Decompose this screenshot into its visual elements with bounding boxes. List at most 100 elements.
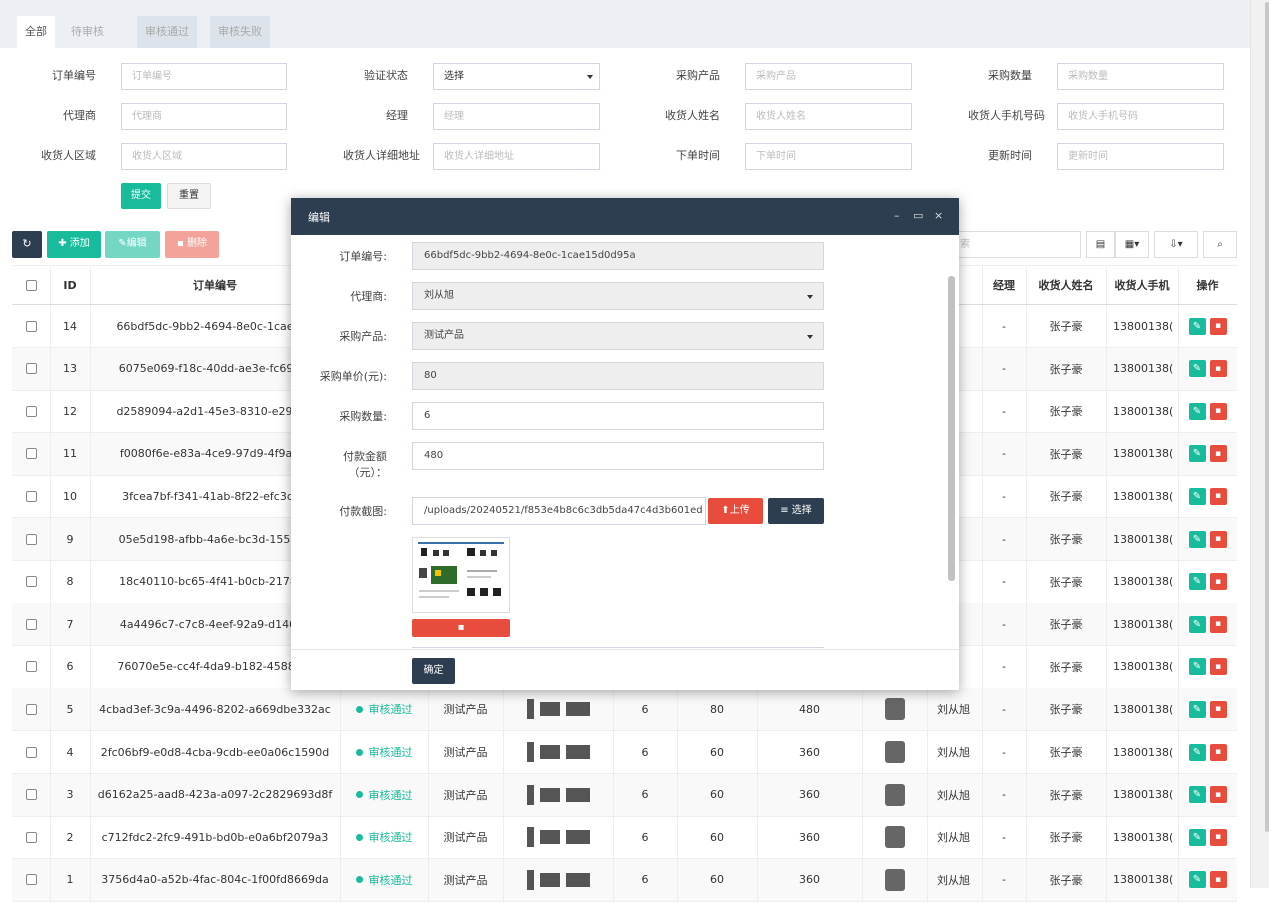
filter-receiver-name-input[interactable]: 收货人姓名	[745, 103, 912, 130]
row-select-cell[interactable]	[12, 348, 50, 390]
row-screenshot[interactable]	[862, 731, 927, 773]
row-delete-button[interactable]: ▪	[1209, 658, 1227, 676]
filter-receiver-area-input[interactable]: 收货人区域	[121, 143, 287, 170]
screenshot-thumbnail[interactable]	[412, 537, 510, 613]
tab-approved[interactable]: 审核通过	[137, 16, 197, 48]
filter-update-time-input[interactable]: 更新时间	[1057, 143, 1224, 170]
row-checkbox[interactable]	[25, 703, 37, 715]
product-select[interactable]: 测试产品	[412, 322, 824, 350]
row-delete-button[interactable]: ▪	[1209, 871, 1227, 889]
row-select-cell[interactable]	[12, 475, 50, 517]
add-button[interactable]: ✚ 添加	[47, 231, 101, 258]
row-checkbox[interactable]	[25, 746, 37, 758]
delete-button[interactable]: ▪ 删除	[165, 231, 219, 258]
table-row[interactable]: 3 d6162a25-aad8-423a-a097-2c2829693d8f 审核通…	[12, 773, 1237, 817]
page-scrollbar-thumb[interactable]	[1265, 2, 1269, 832]
table-row[interactable]: 1 3756d4a0-a52b-4fac-804c-1f00fd8669da 审核通…	[12, 858, 1237, 902]
row-edit-button[interactable]: ✎	[1188, 828, 1206, 846]
row-checkbox[interactable]	[25, 405, 37, 417]
row-edit-button[interactable]: ✎	[1188, 786, 1206, 804]
columns-dropdown-button[interactable]: ▦▾	[1115, 231, 1149, 258]
col-manager[interactable]: 经理	[982, 266, 1026, 304]
edit-button[interactable]: ✎编辑	[105, 231, 160, 258]
row-select-cell[interactable]	[12, 688, 50, 730]
row-delete-button[interactable]: ▪	[1209, 615, 1227, 633]
row-checkbox[interactable]	[25, 618, 37, 630]
row-checkbox[interactable]	[25, 661, 37, 673]
row-checkbox[interactable]	[25, 363, 37, 375]
row-edit-button[interactable]: ✎	[1188, 445, 1206, 463]
row-checkbox[interactable]	[25, 831, 37, 843]
col-id[interactable]: ID	[50, 266, 90, 304]
row-edit-button[interactable]: ✎	[1188, 573, 1206, 591]
amount-field[interactable]: 480	[412, 442, 824, 470]
select-all-checkbox[interactable]	[25, 279, 37, 291]
row-edit-button[interactable]: ✎	[1188, 530, 1206, 548]
select-all-cell[interactable]	[12, 266, 50, 304]
row-edit-button[interactable]: ✎	[1188, 700, 1206, 718]
row-delete-button[interactable]: ▪	[1209, 487, 1227, 505]
filter-receiver-address-input[interactable]: 收货人详细地址	[433, 143, 600, 170]
table-row[interactable]: 2 c712fdc2-2fc9-491b-bd0b-e0a6bf2079a3 审核通…	[12, 816, 1237, 860]
confirm-button[interactable]: 确定	[412, 658, 455, 684]
row-edit-button[interactable]: ✎	[1188, 317, 1206, 335]
advanced-search-button[interactable]: ⌕	[1203, 231, 1237, 258]
row-edit-button[interactable]: ✎	[1188, 871, 1206, 889]
table-row[interactable]: 5 4cbad3ef-3c9a-4496-8202-a669dbe332ac 审核通…	[12, 688, 1237, 732]
screenshot-path-field[interactable]: /uploads/20240521/f853e4b8c6c3db5da47c4d…	[412, 497, 706, 525]
row-delete-button[interactable]: ▪	[1209, 317, 1227, 335]
agent-select[interactable]: 刘从旭	[412, 282, 824, 310]
row-delete-button[interactable]: ▪	[1209, 700, 1227, 718]
modal-scrollbar[interactable]	[948, 276, 955, 581]
submit-button[interactable]: 提交	[121, 183, 161, 209]
col-receiver-phone[interactable]: 收货人手机	[1106, 266, 1178, 304]
filter-receiver-phone-input[interactable]: 收货人手机号码	[1057, 103, 1224, 130]
row-delete-button[interactable]: ▪	[1209, 573, 1227, 591]
minimize-icon[interactable]: –	[894, 209, 900, 222]
row-delete-button[interactable]: ▪	[1209, 445, 1227, 463]
filter-order-no-input[interactable]: 订单编号	[121, 63, 287, 90]
upload-button[interactable]: ⬆上传	[708, 498, 763, 524]
row-edit-button[interactable]: ✎	[1188, 487, 1206, 505]
export-dropdown-button[interactable]: ⇩▾	[1154, 231, 1198, 258]
row-checkbox[interactable]	[25, 533, 37, 545]
row-select-cell[interactable]	[12, 305, 50, 347]
row-product-images[interactable]	[503, 731, 613, 773]
filter-agent-input[interactable]: 代理商	[121, 103, 287, 130]
search-input[interactable]: 索	[955, 231, 1081, 258]
row-checkbox[interactable]	[25, 789, 37, 801]
row-checkbox[interactable]	[25, 448, 37, 460]
row-delete-button[interactable]: ▪	[1209, 402, 1227, 420]
table-row[interactable]: 4 2fc06bf9-e0d8-4cba-9cdb-ee0a06c1590d 审核通…	[12, 731, 1237, 774]
filter-product-input[interactable]: 采购产品	[745, 63, 912, 90]
row-product-images[interactable]	[503, 688, 613, 730]
toggle-view-button[interactable]: ▤	[1086, 231, 1115, 258]
row-product-images[interactable]	[503, 859, 613, 901]
reset-button[interactable]: 重置	[167, 183, 211, 209]
row-delete-button[interactable]: ▪	[1209, 786, 1227, 804]
filter-manager-input[interactable]: 经理	[433, 103, 600, 130]
tab-all[interactable]: 全部	[17, 16, 55, 48]
row-delete-button[interactable]: ▪	[1209, 828, 1227, 846]
row-select-cell[interactable]	[12, 774, 50, 816]
tab-rejected[interactable]: 审核失败	[210, 16, 270, 48]
row-select-cell[interactable]	[12, 731, 50, 773]
row-select-cell[interactable]	[12, 518, 50, 560]
row-select-cell[interactable]	[12, 561, 50, 603]
choose-button[interactable]: ≡ 选择	[768, 498, 824, 524]
row-edit-button[interactable]: ✎	[1188, 615, 1206, 633]
row-product-images[interactable]	[503, 816, 613, 858]
maximize-icon[interactable]: ▭	[913, 209, 923, 222]
close-icon[interactable]: ×	[934, 209, 943, 222]
quantity-field[interactable]: 6	[412, 402, 824, 430]
filter-order-time-input[interactable]: 下单时间	[745, 143, 912, 170]
filter-quantity-input[interactable]: 采购数量	[1057, 63, 1224, 90]
row-select-cell[interactable]	[12, 390, 50, 432]
filter-verify-status-select[interactable]: 选择	[433, 63, 600, 90]
row-product-images[interactable]	[503, 774, 613, 816]
refresh-button[interactable]: ↻	[12, 231, 42, 258]
tab-pending[interactable]: 待审核	[63, 16, 112, 48]
row-edit-button[interactable]: ✎	[1188, 743, 1206, 761]
row-screenshot[interactable]	[862, 859, 927, 901]
col-receiver-name[interactable]: 收货人姓名	[1026, 266, 1106, 304]
